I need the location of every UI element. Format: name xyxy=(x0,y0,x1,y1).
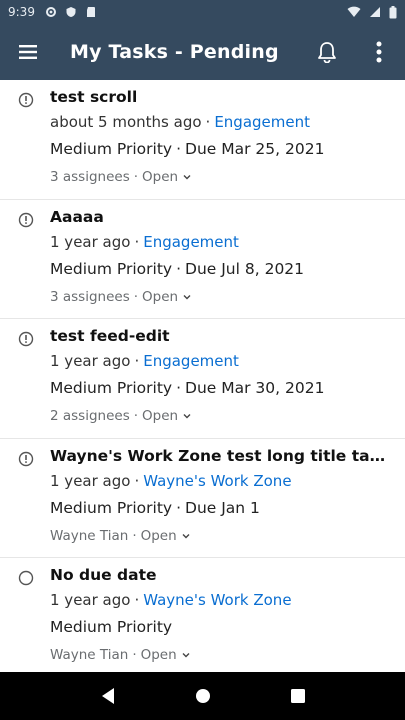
task-state[interactable]: Open xyxy=(142,289,178,305)
task-priority: Medium Priority xyxy=(50,140,173,158)
hamburger-menu-icon xyxy=(19,45,37,59)
more-vertical-icon xyxy=(376,41,382,63)
gear-icon xyxy=(45,7,56,17)
task-due-date: Due Jul 8, 2021 xyxy=(185,259,305,278)
task-assignees: Wayne Tian xyxy=(50,527,129,544)
home-circle-icon xyxy=(195,689,210,703)
chevron-down-icon[interactable] xyxy=(182,651,190,659)
task-title: Wayne's Work Zone test long title task,S… xyxy=(50,446,390,465)
task-workspace-link[interactable]: Engagement xyxy=(143,352,239,370)
sd-card-icon xyxy=(86,7,95,17)
task-age: 1 year ago xyxy=(50,232,131,251)
task-row[interactable]: test scroll about 5 months ago · Engagemen… xyxy=(0,80,405,200)
shield-icon xyxy=(66,7,76,17)
task-due-date: Due Mar 30, 2021 xyxy=(185,379,325,397)
task-workspace-link[interactable]: Wayne's Work Zone xyxy=(143,472,291,490)
status-time: 9:39 xyxy=(8,5,35,19)
task-state[interactable]: Open xyxy=(141,528,177,544)
task-age: 1 year ago xyxy=(50,471,131,490)
task-assignees: 3 assignees xyxy=(50,169,130,185)
task-row[interactable]: No due date 1 year ago · Wayne's Work Zone… xyxy=(0,558,405,672)
task-state[interactable]: Open xyxy=(142,169,178,185)
task-priority: Medium Priority xyxy=(50,379,173,397)
battery-icon xyxy=(389,5,397,18)
task-state[interactable]: Open xyxy=(142,408,178,424)
task-state[interactable]: Open xyxy=(141,647,177,663)
task-age: 1 year ago xyxy=(50,591,131,609)
system-nav-bar xyxy=(0,672,405,720)
bell-icon xyxy=(318,42,336,63)
task-assignees: 3 assignees xyxy=(50,288,130,305)
task-priority: Medium Priority xyxy=(50,259,173,278)
task-due-date: Due Jan 1 xyxy=(185,498,260,517)
alert-circle-icon xyxy=(18,92,34,108)
task-row[interactable]: Wayne's Work Zone test long title task,S… xyxy=(0,439,405,558)
cellular-signal-icon xyxy=(370,7,380,17)
wifi-icon xyxy=(347,6,361,17)
recents-square-icon xyxy=(290,689,305,703)
task-workspace-link[interactable]: Engagement xyxy=(143,233,239,251)
task-assignees: Wayne Tian xyxy=(50,647,129,663)
task-workspace-link[interactable]: Engagement xyxy=(214,113,310,131)
recents-button[interactable] xyxy=(278,676,318,716)
alert-circle-icon xyxy=(18,331,34,347)
page-title: My Tasks - Pending xyxy=(70,41,279,63)
task-row[interactable]: test feed-edit 1 year ago · Engagement Med… xyxy=(0,319,405,439)
home-button[interactable] xyxy=(183,676,223,716)
task-workspace-link[interactable]: Wayne's Work Zone xyxy=(143,591,291,609)
task-title: test scroll xyxy=(50,88,138,106)
chevron-down-icon[interactable] xyxy=(182,532,190,540)
task-priority: Medium Priority xyxy=(50,618,173,636)
task-due-date: Due Mar 25, 2021 xyxy=(185,140,325,158)
circle-icon xyxy=(18,570,34,586)
hamburger-menu-button[interactable] xyxy=(0,24,56,80)
task-title: Aaaaa xyxy=(50,207,104,226)
notifications-button[interactable] xyxy=(301,24,353,80)
alert-circle-icon xyxy=(18,212,34,227)
task-age: 1 year ago xyxy=(50,352,131,370)
task-list[interactable]: test scroll about 5 months ago · Engagemen… xyxy=(0,80,405,672)
task-assignees: 2 assignees xyxy=(50,408,130,424)
status-bar: 9:39 xyxy=(0,0,405,24)
task-age: about 5 months ago xyxy=(50,113,202,131)
alert-circle-icon xyxy=(18,451,34,466)
task-priority: Medium Priority xyxy=(50,498,173,517)
chevron-down-icon[interactable] xyxy=(183,173,191,181)
task-title: test feed-edit xyxy=(50,327,170,345)
task-row[interactable]: Aaaaa 1 year ago · Engagement Medium Prior… xyxy=(0,200,405,319)
back-triangle-icon xyxy=(101,688,114,704)
chevron-down-icon[interactable] xyxy=(183,412,191,420)
chevron-down-icon[interactable] xyxy=(183,293,191,301)
task-title: No due date xyxy=(50,566,157,584)
back-button[interactable] xyxy=(88,676,128,716)
app-bar: My Tasks - Pending xyxy=(0,24,405,80)
overflow-menu-button[interactable] xyxy=(353,24,405,80)
